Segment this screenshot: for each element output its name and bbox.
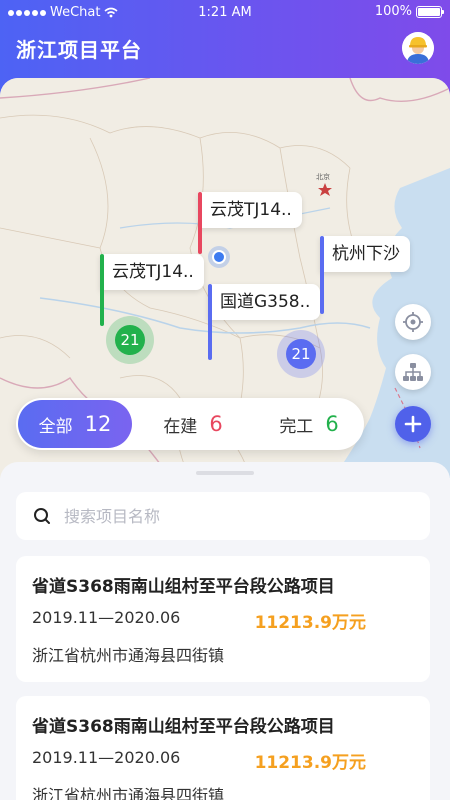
map-marker[interactable]: 杭州下沙 <box>320 236 410 314</box>
project-card[interactable]: 省道S368雨南山组村至平台段公路项目 2019.11—2020.06 1121… <box>16 696 430 800</box>
project-amount: 11213.9万元 <box>254 753 366 773</box>
marker-pole <box>100 254 104 326</box>
crosshair-icon <box>403 312 423 332</box>
worker-avatar-icon <box>402 32 434 64</box>
drag-handle[interactable] <box>196 471 254 475</box>
battery-percent: 100% <box>374 4 412 19</box>
avatar[interactable] <box>402 32 434 64</box>
marker-label: 云茂TJ14.. <box>100 254 204 290</box>
search-icon <box>32 506 52 526</box>
map-cluster[interactable]: 21 <box>277 330 325 378</box>
tab-count: 12 <box>84 412 112 436</box>
project-amount: 11213.9万元 <box>254 613 366 633</box>
project-list-sheet: 省道S368雨南山组村至平台段公路项目 2019.11—2020.06 1121… <box>0 462 450 800</box>
project-date: 2019.11—2020.06 <box>32 748 181 767</box>
tab-label: 在建 <box>163 416 198 437</box>
tab-in-progress[interactable]: 在建 6 <box>136 398 250 450</box>
locate-button[interactable] <box>395 304 431 340</box>
status-right: 100% <box>374 4 444 19</box>
hierarchy-button[interactable] <box>395 354 431 390</box>
tab-label: 完工 <box>279 416 314 437</box>
page-title: 浙江项目平台 <box>16 38 142 62</box>
marker-label: 国道G358.. <box>208 284 321 320</box>
current-location-dot <box>212 250 226 264</box>
tab-label: 全部 <box>38 416 73 437</box>
marker-label: 杭州下沙 <box>320 236 410 272</box>
marker-pole <box>208 284 212 360</box>
tab-count: 6 <box>325 412 339 436</box>
status-filter: 全部 12 在建 6 完工 6 <box>16 398 364 450</box>
map-city-label: 北京 <box>316 173 330 181</box>
map-cluster[interactable]: 21 <box>106 316 154 364</box>
marker-pole <box>320 236 324 314</box>
battery-icon <box>416 5 444 18</box>
cluster-count: 21 <box>115 325 145 355</box>
project-address: 浙江省杭州市通海县四街镇 <box>32 786 225 800</box>
status-bar: WeChat 1:21 AM 100% <box>0 0 450 26</box>
map-marker[interactable]: 云茂TJ14.. <box>100 254 204 326</box>
cluster-count: 21 <box>286 339 316 369</box>
marker-label: 云茂TJ14.. <box>198 192 302 228</box>
search-input[interactable] <box>64 506 404 526</box>
hierarchy-icon <box>403 363 423 381</box>
project-title: 省道S368雨南山组村至平台段公路项目 <box>32 717 335 737</box>
search-bar[interactable] <box>16 492 430 540</box>
marker-pole <box>198 192 202 254</box>
project-address: 浙江省杭州市通海县四街镇 <box>32 646 225 665</box>
tab-all[interactable]: 全部 12 <box>18 400 132 448</box>
plus-icon <box>404 415 422 433</box>
project-date: 2019.11—2020.06 <box>32 608 181 627</box>
tab-completed[interactable]: 完工 6 <box>252 398 366 450</box>
tab-count: 6 <box>209 412 223 436</box>
add-project-button[interactable] <box>395 406 431 442</box>
map-marker[interactable]: 云茂TJ14.. <box>198 192 302 254</box>
map-marker[interactable]: 国道G358.. <box>208 284 321 360</box>
project-card[interactable]: 省道S368雨南山组村至平台段公路项目 2019.11—2020.06 1121… <box>16 556 430 682</box>
project-title: 省道S368雨南山组村至平台段公路项目 <box>32 577 335 597</box>
